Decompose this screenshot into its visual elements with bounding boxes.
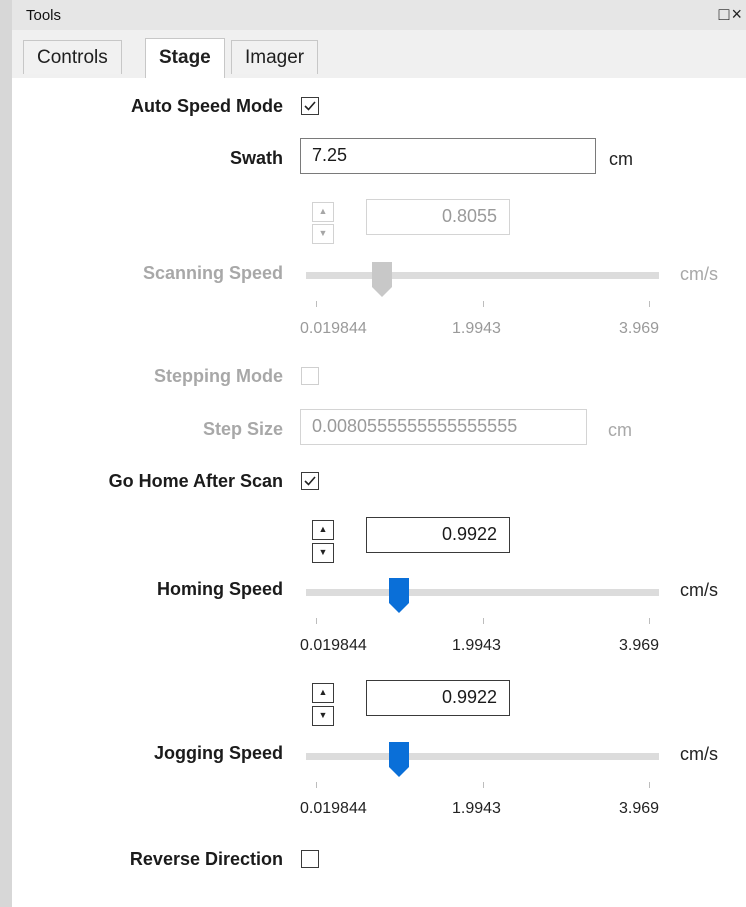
go-home-after-scan-label: Go Home After Scan — [108, 471, 283, 491]
panel-title: Tools — [26, 7, 62, 24]
panel-titlebar: Tools □× — [12, 0, 746, 31]
jogging-speed-max-label: 3.969 — [619, 800, 660, 817]
stage-panel: Auto Speed Mode Swath 7.25 cm ▲ ▼ 0.8055… — [12, 78, 746, 907]
scanning-speed-unit: cm/s — [680, 264, 718, 284]
tab-imager[interactable]: Imager — [231, 40, 319, 74]
jogging-speed-increment[interactable]: ▲ — [312, 683, 334, 703]
auto-speed-mode-label: Auto Speed Mode — [131, 96, 283, 116]
auto-speed-mode-checkbox[interactable] — [301, 97, 319, 115]
jogging-speed-tick-mid — [483, 782, 484, 788]
scanning-speed-increment[interactable]: ▲ — [312, 202, 334, 222]
go-home-after-scan-checkbox[interactable] — [301, 472, 319, 490]
stepping-mode-label: Stepping Mode — [154, 366, 283, 386]
scanning-speed-max-label: 3.969 — [619, 320, 660, 337]
window-controls[interactable]: □× — [719, 4, 744, 25]
step-size-unit: cm — [608, 420, 632, 440]
jogging-speed-mid-label: 1.9943 — [452, 800, 501, 817]
swath-input[interactable]: 7.25 — [300, 138, 596, 174]
jogging-speed-tick-max — [649, 782, 650, 788]
scanning-speed-tick-mid — [483, 301, 484, 307]
jogging-speed-slider-thumb[interactable] — [389, 742, 409, 777]
homing-speed-unit: cm/s — [680, 580, 718, 600]
scanning-speed-min-label: 0.019844 — [300, 320, 367, 337]
reverse-direction-checkbox[interactable] — [301, 850, 319, 868]
jogging-speed-slider-track[interactable] — [306, 753, 659, 760]
jogging-speed-decrement[interactable]: ▼ — [312, 706, 334, 726]
homing-speed-label: Homing Speed — [156, 579, 283, 599]
scanning-speed-mid-label: 1.9943 — [452, 320, 501, 337]
homing-speed-max-label: 3.969 — [619, 637, 660, 654]
jogging-speed-label: Jogging Speed — [153, 743, 283, 763]
homing-speed-tick-max — [649, 618, 650, 624]
scanning-speed-decrement[interactable]: ▼ — [312, 224, 334, 244]
jogging-speed-unit: cm/s — [680, 744, 718, 764]
homing-speed-mid-label: 1.9943 — [452, 637, 501, 654]
scanning-speed-slider-thumb[interactable] — [372, 262, 392, 297]
scanning-speed-value[interactable]: 0.8055 — [366, 199, 510, 235]
jogging-speed-value[interactable]: 0.9922 — [366, 680, 510, 716]
homing-speed-increment[interactable]: ▲ — [312, 520, 334, 540]
tab-controls[interactable]: Controls — [23, 40, 122, 74]
tab-strip: Controls Stage Imager — [12, 30, 746, 79]
homing-speed-tick-mid — [483, 618, 484, 624]
step-size-label: Step Size — [202, 419, 283, 439]
scanning-speed-label: Scanning Speed — [142, 263, 283, 283]
reverse-direction-label: Reverse Direction — [129, 849, 283, 869]
scanning-speed-tick-max — [649, 301, 650, 307]
homing-speed-tick-min — [316, 618, 317, 624]
swath-label: Swath — [229, 148, 283, 168]
homing-speed-value[interactable]: 0.9922 — [366, 517, 510, 553]
homing-speed-slider-thumb[interactable] — [389, 578, 409, 613]
homing-speed-decrement[interactable]: ▼ — [312, 543, 334, 563]
jogging-speed-min-label: 0.019844 — [300, 800, 367, 817]
homing-speed-slider-track[interactable] — [306, 589, 659, 596]
step-size-input[interactable]: 0.0080555555555555555 — [300, 409, 587, 445]
scanning-speed-slider-track[interactable] — [306, 272, 659, 279]
stepping-mode-checkbox[interactable] — [301, 367, 319, 385]
swath-unit: cm — [609, 149, 633, 169]
jogging-speed-tick-min — [316, 782, 317, 788]
tab-stage[interactable]: Stage — [145, 38, 225, 79]
homing-speed-min-label: 0.019844 — [300, 637, 367, 654]
scanning-speed-tick-min — [316, 301, 317, 307]
